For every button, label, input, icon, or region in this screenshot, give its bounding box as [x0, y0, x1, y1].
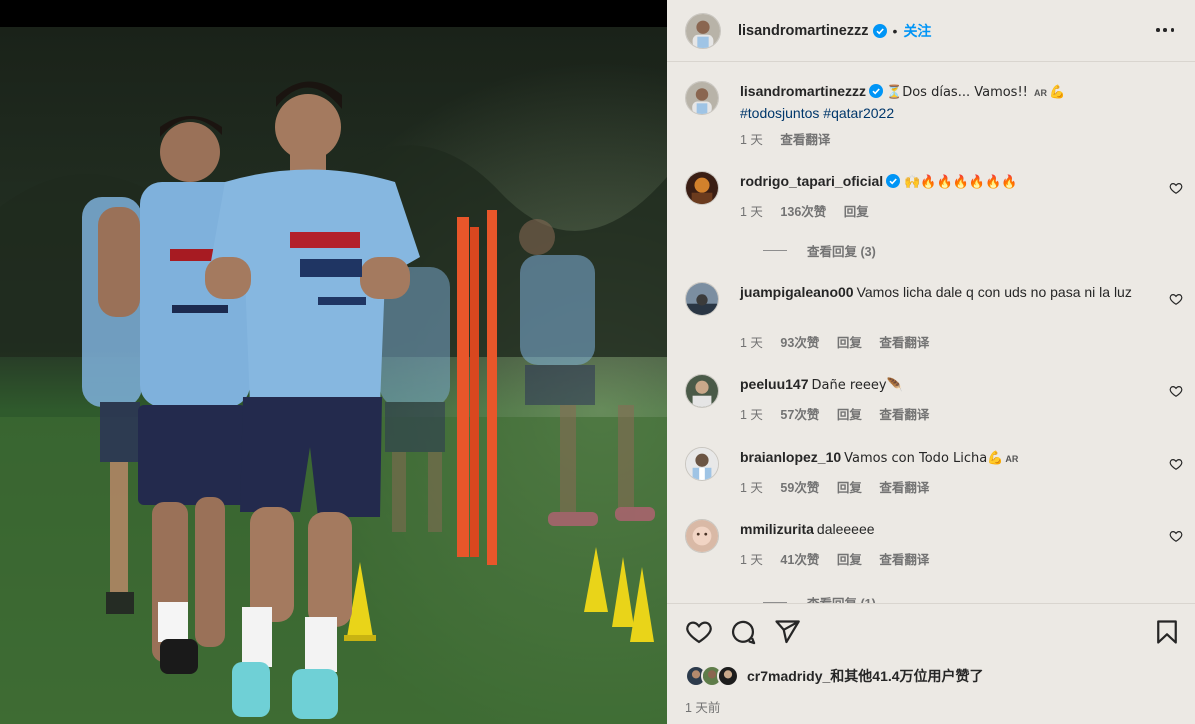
actions-divider	[667, 603, 1195, 604]
comment-body: peeluu147 Dañe reeey🪶	[740, 374, 1145, 396]
commenter-avatar[interactable]	[685, 282, 719, 316]
comment-username[interactable]: mmilizurita	[740, 521, 814, 537]
verified-badge-icon	[869, 83, 884, 98]
author-username[interactable]: lisandromartinezzz	[738, 23, 869, 39]
comment-username[interactable]: braianlopez_10	[740, 449, 841, 465]
author-avatar[interactable]	[685, 81, 719, 115]
caption-time: 1 天	[740, 133, 763, 147]
comment-text: 🙌🔥🔥🔥🔥🔥🔥	[904, 175, 1018, 190]
view-replies-label: 查看回复 (1)	[807, 593, 876, 603]
comment-likes[interactable]: 57次赞	[780, 408, 819, 422]
comment-like-heart-icon[interactable]	[1169, 181, 1183, 195]
likes-count-text[interactable]: 和其他41.4万位用户赞了	[830, 668, 983, 684]
author-avatar[interactable]	[685, 12, 721, 49]
view-replies-button[interactable]: 查看回复 (1)	[763, 593, 876, 603]
caption-emoji: 💪	[1049, 85, 1066, 100]
caption-item: lisandromartinezzz ⏳Dos días... Vamos!! A…	[685, 81, 1195, 151]
comment-meta: 1 天 93次赞 回复 查看翻译	[740, 332, 943, 351]
view-replies-label: 查看回复 (3)	[807, 245, 876, 259]
flag-ar: AR	[1034, 88, 1048, 98]
post-header: lisandromartinezzz • 关注	[667, 0, 1195, 62]
liker-avatars	[685, 665, 739, 687]
comment-username[interactable]: rodrigo_tapari_oficial	[740, 173, 883, 189]
caption-body: lisandromartinezzz ⏳Dos días... Vamos!! A…	[740, 81, 1145, 123]
see-translation-link[interactable]: 查看翻译	[780, 133, 830, 147]
heart-icon[interactable]	[685, 618, 713, 646]
verified-badge-icon	[886, 173, 901, 188]
commenter-avatar[interactable]	[685, 447, 719, 481]
likes-summary[interactable]: cr7madridy_和其他41.4万位用户赞了	[685, 665, 984, 687]
follow-button[interactable]: 关注	[903, 21, 931, 41]
comment-body: mmilizurita daleeeee	[740, 519, 1145, 539]
reply-button[interactable]: 回复	[837, 553, 862, 567]
reply-button[interactable]: 回复	[837, 481, 862, 495]
commenter-avatar[interactable]	[685, 519, 719, 553]
view-replies-button[interactable]: 查看回复 (3)	[763, 241, 876, 260]
more-options-icon[interactable]	[1153, 20, 1177, 40]
comment-likes[interactable]: 136次赞	[780, 205, 826, 219]
replies-line	[763, 250, 787, 251]
comment-meta: 1 天 59次赞 回复 查看翻译	[740, 477, 943, 496]
action-bar	[685, 618, 1181, 648]
caption-text: ⏳Dos días... Vamos!!	[886, 85, 1033, 100]
flag-ar: AR	[1005, 454, 1019, 464]
comment-time: 1 天	[740, 408, 763, 422]
comment-time: 1 天	[740, 553, 763, 567]
comment-time: 1 天	[740, 481, 763, 495]
likes-text: cr7madridy_和其他41.4万位用户赞了	[747, 666, 984, 686]
comment-body: juampigaleano00 Vamos licha dale q con ud…	[740, 282, 1145, 302]
commenter-avatar[interactable]	[685, 374, 719, 408]
see-translation-link[interactable]: 查看翻译	[879, 481, 929, 495]
comment-username[interactable]: peeluu147	[740, 376, 808, 392]
comment-time: 1 天	[740, 205, 763, 219]
comment-like-heart-icon[interactable]	[1169, 292, 1183, 306]
comment-icon[interactable]	[729, 618, 757, 646]
reply-button[interactable]: 回复	[844, 205, 869, 219]
comments-list[interactable]: lisandromartinezzz ⏳Dos días... Vamos!! A…	[667, 63, 1195, 603]
comment-likes[interactable]: 41次赞	[780, 553, 819, 567]
comment-likes[interactable]: 93次赞	[780, 336, 819, 350]
post-timestamp[interactable]: 1 天前	[685, 697, 720, 716]
comment-meta: 1 天 136次赞 回复	[740, 201, 883, 220]
comment-item: juampigaleano00 Vamos licha dale q con ud…	[685, 282, 1195, 352]
comment-text: daleeeee	[816, 521, 875, 537]
comment-item: peeluu147 Dañe reeey🪶 1 天 57次赞 回复 查看翻译	[685, 374, 1195, 434]
comment-body: braianlopez_10 Vamos con Todo Licha💪 AR	[740, 447, 1145, 469]
comment-meta: 1 天 57次赞 回复 查看翻译	[740, 404, 943, 423]
media-top-bar	[0, 0, 667, 27]
see-translation-link[interactable]: 查看翻译	[879, 553, 929, 567]
comment-like-heart-icon[interactable]	[1169, 529, 1183, 543]
post-media[interactable]	[0, 0, 667, 724]
verified-badge-icon	[872, 23, 887, 38]
comment-body: rodrigo_tapari_oficial 🙌🔥🔥🔥🔥🔥🔥	[740, 171, 1145, 193]
comment-text: Dañe reeey🪶	[811, 378, 903, 393]
first-liker-username[interactable]: cr7madridy_	[747, 668, 830, 684]
caption-meta: 1 天 查看翻译	[740, 129, 844, 148]
reply-button[interactable]: 回复	[837, 408, 862, 422]
comment-meta: 1 天 41次赞 回复 查看翻译	[740, 549, 943, 568]
comment-item: braianlopez_10 Vamos con Todo Licha💪 AR 1 …	[685, 447, 1195, 507]
see-translation-link[interactable]: 查看翻译	[879, 408, 929, 422]
commenter-avatar[interactable]	[685, 171, 719, 205]
post-details-panel: lisandromartinezzz • 关注 lisandromartinez…	[667, 0, 1195, 724]
comment-item: rodrigo_tapari_oficial 🙌🔥🔥🔥🔥🔥🔥 1 天 136次赞 …	[685, 171, 1195, 261]
dot-separator: •	[892, 22, 898, 39]
caption-username[interactable]: lisandromartinezzz	[740, 83, 866, 99]
comment-text: Vamos con Todo Licha💪	[844, 451, 1004, 466]
see-translation-link[interactable]: 查看翻译	[879, 336, 929, 350]
share-icon[interactable]	[773, 618, 801, 646]
comment-likes[interactable]: 59次赞	[780, 481, 819, 495]
comment-username[interactable]: juampigaleano00	[740, 284, 854, 300]
comment-item: mmilizuritadaleeeee 1 天 41次赞 回复 查看翻译 查看回…	[685, 519, 1195, 603]
caption-hashtags[interactable]: #todosjuntos #qatar2022	[740, 105, 894, 121]
comment-like-heart-icon[interactable]	[1169, 457, 1183, 471]
post-photo	[0, 27, 667, 724]
comment-time: 1 天	[740, 336, 763, 350]
comment-text: Vamos licha dale q con uds no pasa ni la…	[856, 284, 1132, 300]
reply-button[interactable]: 回复	[837, 336, 862, 350]
comment-like-heart-icon[interactable]	[1169, 384, 1183, 398]
liker-avatar	[717, 665, 739, 687]
bookmark-icon[interactable]	[1153, 618, 1181, 646]
